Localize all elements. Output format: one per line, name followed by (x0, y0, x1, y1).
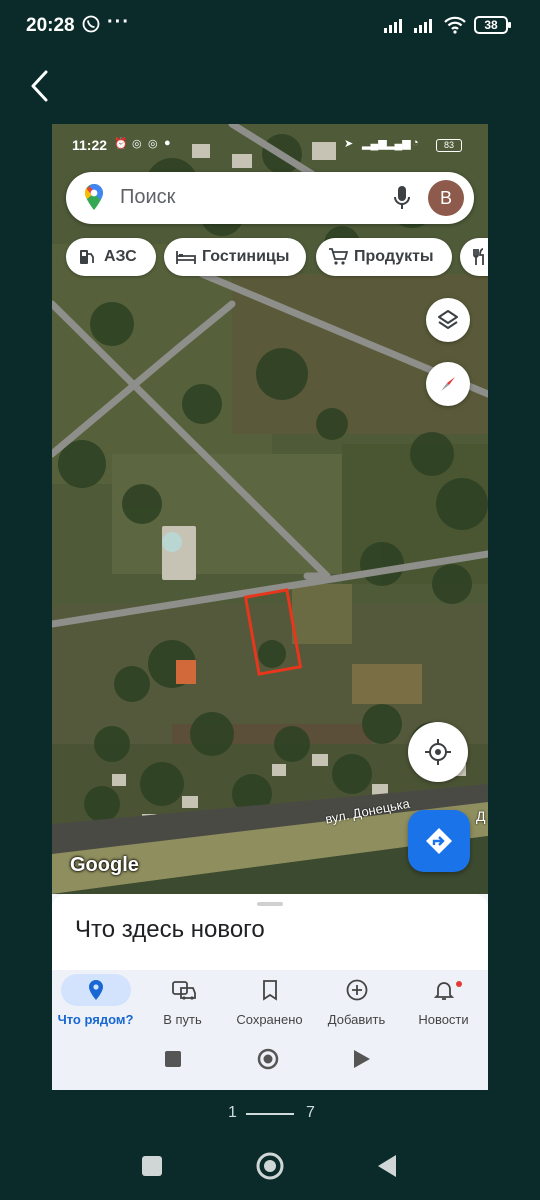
chip-groceries[interactable]: Продукты (316, 238, 452, 276)
inner-battery: 83 (436, 139, 462, 152)
back-button[interactable] (22, 66, 58, 106)
home-button (256, 1152, 284, 1180)
chip-hotels[interactable]: Гостиницы (164, 238, 306, 276)
street-label-cut: Д (476, 808, 486, 824)
search-placeholder: Поиск (120, 186, 176, 208)
chip-label: Гостиницы (202, 248, 290, 265)
signal-icon-2 (413, 17, 437, 38)
image-pager: 1 7 (0, 1100, 540, 1126)
back-triangle-icon (354, 1050, 370, 1068)
chip-restaurants[interactable] (460, 238, 488, 276)
wifi-icon: ◔ (412, 137, 419, 149)
viber-icon (82, 15, 100, 38)
battery-indicator: 38 (474, 16, 511, 34)
chip-label: АЗС (104, 248, 137, 265)
layers-icon (438, 310, 458, 329)
screen: 20:28 ··· 38 11:22 ⏰ ◎ ◎ ● ➤ ▂▄▆ ▂▄▆ ◔ 8… (0, 0, 540, 1200)
bottom-navigation: Что рядом? В путь Сохранено Добавить Нов… (52, 970, 488, 1034)
signal-icon: ▂▄▆ (362, 138, 387, 150)
layers-button[interactable] (426, 298, 470, 342)
inner-status-bar: 11:22 ⏰ ◎ ◎ ● ➤ ▂▄▆ ▂▄▆ ◔ 83 (52, 124, 488, 166)
nav-explore[interactable]: Что рядом? (52, 970, 139, 1034)
recents-button (142, 1156, 162, 1176)
nav-icon-container (235, 974, 305, 1006)
chip-label: Продукты (354, 248, 434, 265)
more-notifications-icon: ··· (107, 11, 130, 33)
inner-status-time: 11:22 (72, 137, 108, 153)
nav-contribute[interactable]: Добавить (313, 970, 400, 1034)
signal-icon (383, 17, 407, 38)
viber-icon: ◎ (132, 138, 142, 150)
category-chips: АЗС Гостиницы Продукты (66, 238, 488, 276)
nav-icon-container (409, 974, 479, 1006)
chat-icon: ◎ (148, 138, 158, 150)
bell-icon (433, 982, 454, 1000)
status-bar: 20:28 ··· 38 (0, 0, 540, 52)
back-arrow-icon (31, 70, 48, 102)
wifi-icon (443, 15, 467, 40)
nav-saved[interactable]: Сохранено (226, 970, 313, 1034)
avatar[interactable]: B (428, 180, 464, 216)
message-icon: ● (164, 137, 171, 149)
nav-label: Новости (418, 1012, 469, 1027)
nav-icon-container (322, 974, 392, 1006)
pager-divider (246, 1113, 294, 1115)
nav-label: В путь (163, 1012, 202, 1027)
compass-button[interactable] (426, 362, 470, 406)
nav-label: Сохранено (236, 1012, 303, 1027)
sheet-handle[interactable] (257, 902, 283, 906)
pager-total: 7 (306, 1104, 315, 1121)
nav-icon-container (148, 974, 218, 1006)
pager-current: 1 (228, 1104, 237, 1121)
nav-label: Что рядом? (57, 1012, 134, 1027)
nav-icon-container (60, 974, 131, 1006)
commute-icon (171, 981, 196, 1000)
crosshair-icon (425, 739, 451, 765)
location-pin-icon (88, 980, 103, 1000)
directions-icon (426, 828, 452, 854)
satellite-map[interactable]: 11:22 ⏰ ◎ ◎ ● ➤ ▂▄▆ ▂▄▆ ◔ 83 Поиск B АЗС… (52, 124, 488, 894)
back-nav-button (378, 1155, 396, 1177)
nav-label: Добавить (327, 1012, 386, 1027)
chip-gas-station[interactable]: АЗС (66, 238, 156, 276)
search-bar[interactable]: Поиск B (66, 172, 474, 224)
alarm-icon: ⏰ (114, 138, 128, 150)
location-arrow-icon: ➤ (344, 138, 354, 150)
system-navigation-bar (0, 1140, 540, 1200)
screenshot-image: 11:22 ⏰ ◎ ◎ ● ➤ ▂▄▆ ▂▄▆ ◔ 83 Поиск B АЗС… (52, 124, 488, 1090)
directions-button[interactable] (408, 810, 470, 872)
compass-icon (441, 377, 455, 391)
sheet-title: Что здесь нового (75, 916, 265, 943)
my-location-button[interactable] (408, 722, 468, 782)
bookmark-icon (262, 980, 277, 1001)
bottom-sheet[interactable]: Что здесь нового (52, 894, 488, 970)
nav-updates[interactable]: Новости (400, 970, 487, 1034)
notification-badge (455, 981, 462, 987)
inner-system-nav (52, 1034, 488, 1090)
status-time: 20:28 (26, 15, 75, 36)
nav-commute[interactable]: В путь (139, 970, 226, 1034)
recents-icon (165, 1051, 181, 1067)
add-circle-icon (346, 979, 367, 1001)
google-watermark: Google (70, 854, 139, 876)
signal-icon-2: ▂▄▆ (386, 138, 411, 150)
